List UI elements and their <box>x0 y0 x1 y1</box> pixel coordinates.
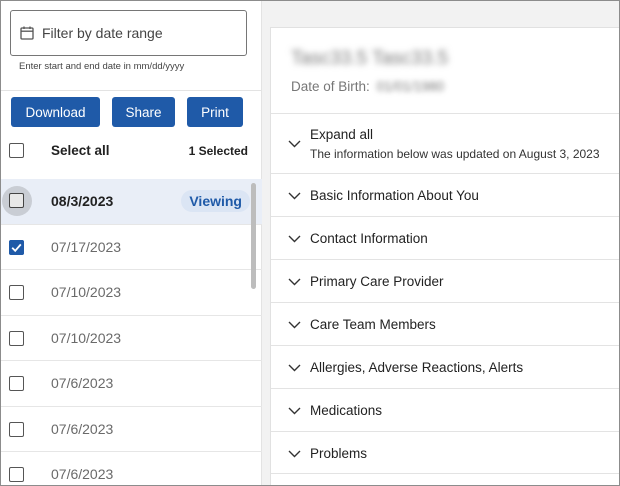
record-list: 08/3/2023 Viewing 07/17/2023 07/10/2023 … <box>1 179 262 485</box>
share-button[interactable]: Share <box>112 97 175 127</box>
chevron-down-icon <box>288 321 301 329</box>
chevron-down-icon <box>288 450 301 458</box>
record-checkbox[interactable] <box>9 193 24 208</box>
record-list-panel: Filter by date range Enter start and end… <box>1 1 262 485</box>
section-title: Allergies, Adverse Reactions, Alerts <box>310 360 524 375</box>
section-title: Primary Care Provider <box>310 274 444 289</box>
record-row[interactable]: 08/3/2023 Viewing <box>1 179 262 225</box>
section-medications[interactable]: Medications <box>271 388 619 431</box>
record-row[interactable]: 07/6/2023 <box>1 361 262 407</box>
viewing-badge: Viewing <box>181 190 250 212</box>
record-date: 08/3/2023 <box>51 193 114 209</box>
section-care-team-members[interactable]: Care Team Members <box>271 302 619 345</box>
section-title: Contact Information <box>310 231 428 246</box>
record-row[interactable]: 07/10/2023 <box>1 316 262 361</box>
select-all-row: Select all 1 Selected <box>1 134 262 170</box>
record-date: 07/10/2023 <box>51 284 122 300</box>
record-row[interactable]: 07/6/2023 <box>1 407 262 452</box>
section-allergies[interactable]: Allergies, Adverse Reactions, Alerts <box>271 345 619 388</box>
section-basic-information[interactable]: Basic Information About You <box>271 173 619 216</box>
record-date: 07/10/2023 <box>51 329 122 346</box>
select-all-checkbox[interactable] <box>9 143 24 158</box>
calendar-icon <box>20 26 34 40</box>
record-row[interactable]: 07/10/2023 <box>1 270 262 316</box>
chevron-down-icon <box>288 192 301 200</box>
chevron-down-icon <box>288 140 301 148</box>
section-problems[interactable]: Problems <box>271 431 619 474</box>
date-format-hint: Enter start and end date in mm/dd/yyyy <box>19 61 185 72</box>
chevron-down-icon <box>288 364 301 372</box>
dob-label: Date of Birth: <box>291 79 370 94</box>
date-of-birth: Date of Birth: 01/01/1980 <box>291 79 444 94</box>
record-detail-panel: Tasc33.5 Tasc33.5 Date of Birth: 01/01/1… <box>262 1 619 485</box>
record-checkbox[interactable] <box>9 467 24 482</box>
expand-all-toggle[interactable]: Expand all The information below was upd… <box>271 113 619 173</box>
expand-all-label: Expand all <box>310 127 374 142</box>
section-primary-care-provider[interactable]: Primary Care Provider <box>271 259 619 302</box>
record-row[interactable]: 07/17/2023 <box>1 225 262 270</box>
section-title: Problems <box>310 446 368 461</box>
record-checkbox[interactable] <box>9 330 24 346</box>
selected-count: 1 Selected <box>188 144 248 158</box>
record-date: 07/6/2023 <box>51 420 114 437</box>
updated-note: The information below was updated on Aug… <box>310 147 600 161</box>
filter-placeholder: Filter by date range <box>42 25 163 41</box>
record-card: Tasc33.5 Tasc33.5 Date of Birth: 01/01/1… <box>270 27 619 485</box>
record-date: 07/6/2023 <box>51 466 114 482</box>
section-title: Medications <box>310 403 383 418</box>
patient-name: Tasc33.5 Tasc33.5 <box>291 48 449 69</box>
print-button[interactable]: Print <box>187 97 243 127</box>
dob-value: 01/01/1980 <box>376 79 445 94</box>
divider <box>1 90 262 91</box>
section-title: Basic Information About You <box>310 188 479 203</box>
download-button[interactable]: Download <box>11 97 100 127</box>
record-checkbox-checked[interactable] <box>9 239 24 255</box>
chevron-down-icon <box>288 235 301 243</box>
record-checkbox[interactable] <box>9 421 24 437</box>
record-row[interactable]: 07/6/2023 <box>1 452 262 485</box>
date-range-filter-input[interactable]: Filter by date range <box>10 10 247 56</box>
record-checkbox[interactable] <box>9 285 24 300</box>
section-contact-information[interactable]: Contact Information <box>271 216 619 259</box>
list-scrollbar[interactable] <box>251 183 256 289</box>
checkbox-focus-ring <box>2 186 32 216</box>
app-window: Filter by date range Enter start and end… <box>0 0 620 486</box>
section-title: Care Team Members <box>310 317 436 332</box>
record-checkbox[interactable] <box>9 376 24 391</box>
record-date: 07/17/2023 <box>51 238 122 255</box>
chevron-down-icon <box>288 278 301 286</box>
chevron-down-icon <box>288 407 301 415</box>
select-all-label: Select all <box>51 143 110 158</box>
record-date: 07/6/2023 <box>51 375 114 391</box>
